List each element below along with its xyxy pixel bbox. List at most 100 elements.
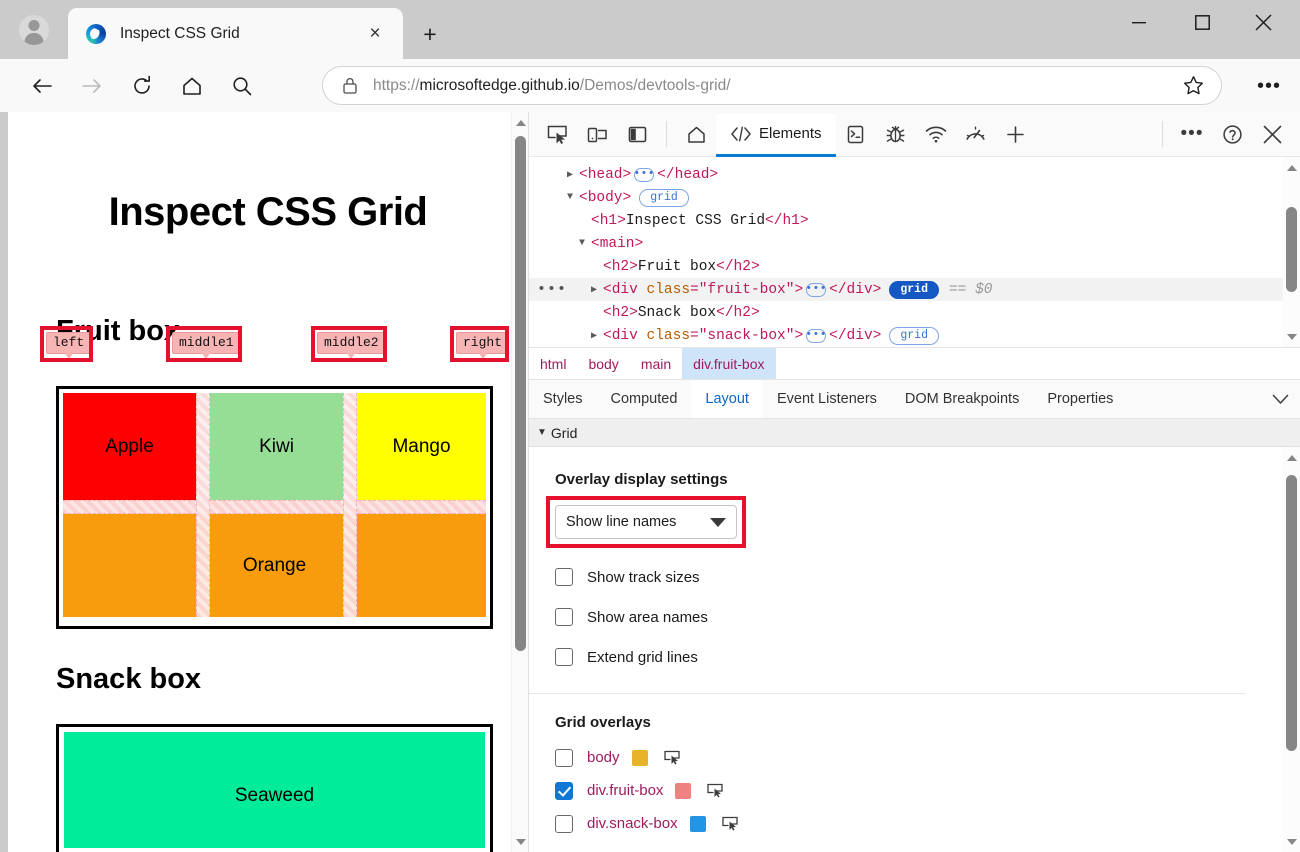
- home-icon[interactable]: [172, 66, 212, 106]
- row-actions-icon[interactable]: •••: [537, 281, 567, 298]
- search-icon[interactable]: [222, 66, 262, 106]
- close-icon[interactable]: ×: [361, 20, 389, 48]
- debugger-bug-icon[interactable]: [876, 116, 916, 152]
- tab-elements[interactable]: Elements: [716, 113, 836, 157]
- dom-node-snack-box[interactable]: ▶ <div class = "snack-box" > ••• </div> grid: [529, 324, 1300, 347]
- address-bar[interactable]: https://microsoftedge.github.io/Demos/de…: [322, 66, 1222, 105]
- new-tab-button[interactable]: +: [414, 18, 446, 50]
- checkbox-extend-grid-lines[interactable]: [555, 648, 573, 666]
- breadcrumb-item-body[interactable]: body: [577, 348, 629, 379]
- devtools-more-button[interactable]: •••: [1172, 116, 1212, 152]
- checkbox-show-track-sizes[interactable]: [555, 568, 573, 586]
- dom-tree[interactable]: ▶ <head> … </head> <head>•••</head> ▼ <b…: [529, 157, 1300, 347]
- grid-overlay-row-fruit-box[interactable]: div.fruit-box: [555, 774, 1300, 807]
- section-collapse-triangle-icon[interactable]: ▼: [537, 427, 547, 438]
- chevron-down-icon-select[interactable]: [710, 517, 726, 527]
- checkbox-show-area-names[interactable]: [555, 608, 573, 626]
- tab-computed[interactable]: Computed: [597, 380, 692, 418]
- color-swatch-snack-box[interactable]: [689, 815, 706, 832]
- breadcrumb-item-html[interactable]: html: [529, 348, 577, 379]
- grid-overlay-row-body[interactable]: body: [555, 741, 1300, 774]
- color-swatch-fruit-box[interactable]: [675, 782, 692, 799]
- network-wifi-icon[interactable]: [916, 116, 956, 152]
- color-swatch-body[interactable]: [631, 749, 648, 766]
- collapsed-content-icon-snack[interactable]: •••: [806, 328, 826, 343]
- browser-tab[interactable]: Inspect CSS Grid ×: [68, 8, 403, 59]
- grid-section-header[interactable]: ▼ Grid: [529, 419, 1300, 447]
- maximize-button[interactable]: [1174, 0, 1231, 45]
- grid-badge-snack-box[interactable]: grid: [889, 326, 939, 345]
- dom-node-h1[interactable]: <h1> Inspect CSS Grid </h1>: [529, 209, 1300, 232]
- profile-avatar-button[interactable]: [12, 12, 56, 48]
- grid-cell-apple: Apple: [63, 393, 196, 500]
- dom-text-h1: Inspect CSS Grid: [625, 212, 766, 229]
- collapsed-content-icon[interactable]: •••: [634, 167, 654, 182]
- dom-node-fruit-box[interactable]: ••• ▶ <div class = "fruit-box" > ••• </div> g…: [529, 278, 1300, 301]
- checkbox-row-show-track-sizes[interactable]: Show track sizes: [555, 557, 1300, 597]
- layout-scroll-up-icon[interactable]: [1283, 449, 1300, 466]
- content-area: Inspect CSS Grid Fruit box left middle1 …: [8, 112, 1300, 852]
- scroll-up-icon[interactable]: [512, 114, 528, 131]
- dom-tree-scrollbar[interactable]: [1283, 157, 1300, 347]
- checkbox-overlay-fruit-box[interactable]: [555, 781, 573, 800]
- refresh-icon[interactable]: [122, 66, 162, 106]
- collapsed-content-icon-fruit[interactable]: •••: [806, 282, 826, 297]
- show-element-icon-snack-box[interactable]: [721, 815, 744, 833]
- inspect-element-icon[interactable]: [537, 116, 577, 152]
- dom-node-body[interactable]: ▼ <body> grid: [529, 186, 1300, 209]
- dom-node-h2-fruit[interactable]: <h2> Fruit box </h2>: [529, 255, 1300, 278]
- back-arrow-icon[interactable]: [22, 66, 62, 106]
- dom-scroll-up-icon[interactable]: [1283, 159, 1300, 176]
- tab-styles[interactable]: Styles: [529, 380, 597, 418]
- grid-badge-fruit-box[interactable]: grid: [889, 280, 939, 299]
- breadcrumb-item-div-fruit-box[interactable]: div.fruit-box: [682, 348, 776, 379]
- tab-elements-label: Elements: [759, 125, 822, 142]
- console-icon[interactable]: [836, 116, 876, 152]
- dom-scrollbar-thumb[interactable]: [1286, 207, 1297, 292]
- grid-badge-body[interactable]: grid: [639, 188, 689, 207]
- dom-node-main[interactable]: ▼ <main>: [529, 232, 1300, 255]
- grid-overlay-row-snack-box[interactable]: div.snack-box: [555, 807, 1300, 840]
- tab-event-listeners[interactable]: Event Listeners: [763, 380, 891, 418]
- show-element-icon-body[interactable]: [663, 749, 686, 767]
- chevron-down-icon[interactable]: [1260, 380, 1300, 418]
- checkbox-overlay-body[interactable]: [555, 748, 573, 767]
- scroll-down-icon[interactable]: [512, 833, 528, 850]
- close-devtools-button[interactable]: [1252, 116, 1292, 152]
- minimize-button[interactable]: [1110, 0, 1167, 45]
- add-tool-button[interactable]: [996, 116, 1036, 152]
- collapse-triangle-icon[interactable]: ▼: [567, 192, 579, 203]
- star-icon[interactable]: [1179, 72, 1207, 100]
- checkbox-overlay-snack-box[interactable]: [555, 814, 573, 833]
- checkbox-row-show-area-names[interactable]: Show area names: [555, 597, 1300, 637]
- expand-triangle-icon[interactable]: ▶: [567, 169, 579, 181]
- tab-properties[interactable]: Properties: [1033, 380, 1127, 418]
- browser-more-button[interactable]: •••: [1252, 72, 1286, 100]
- devtools-toolbar: Elements •••: [529, 112, 1300, 157]
- layout-scrollbar-thumb[interactable]: [1286, 475, 1297, 751]
- close-window-button[interactable]: [1235, 0, 1292, 45]
- dom-scroll-down-icon[interactable]: [1283, 328, 1300, 345]
- layout-panel-scrollbar[interactable]: [1283, 447, 1300, 852]
- dom-node-h2-snack[interactable]: <h2> Snack box </h2>: [529, 301, 1300, 324]
- collapse-triangle-icon-main[interactable]: ▼: [579, 238, 591, 249]
- page-scrollbar[interactable]: [511, 112, 528, 852]
- lock-icon: [341, 77, 359, 94]
- breadcrumb-item-main[interactable]: main: [630, 348, 682, 379]
- dock-side-icon[interactable]: [617, 116, 657, 152]
- dom-node-head[interactable]: ▶ <head> … </head> <head>•••</head>: [529, 163, 1300, 186]
- tab-layout[interactable]: Layout: [691, 380, 763, 418]
- overlay-mode-select[interactable]: Show line names: [555, 505, 737, 539]
- grid-overlay-name-fruit-box: div.fruit-box: [587, 782, 664, 799]
- home-icon[interactable]: [676, 116, 716, 152]
- performance-gauge-icon[interactable]: [956, 116, 996, 152]
- tab-dom-breakpoints[interactable]: DOM Breakpoints: [891, 380, 1033, 418]
- page-scrollbar-thumb[interactable]: [515, 136, 526, 651]
- device-emulation-icon[interactable]: [577, 116, 617, 152]
- show-element-icon-fruit-box[interactable]: [707, 782, 729, 800]
- expand-triangle-icon-fruit[interactable]: ▶: [591, 284, 603, 296]
- checkbox-row-extend-grid-lines[interactable]: Extend grid lines: [555, 637, 1300, 677]
- expand-triangle-icon-snack[interactable]: ▶: [591, 330, 603, 342]
- help-icon[interactable]: [1212, 116, 1252, 152]
- layout-scroll-down-icon[interactable]: [1283, 833, 1300, 850]
